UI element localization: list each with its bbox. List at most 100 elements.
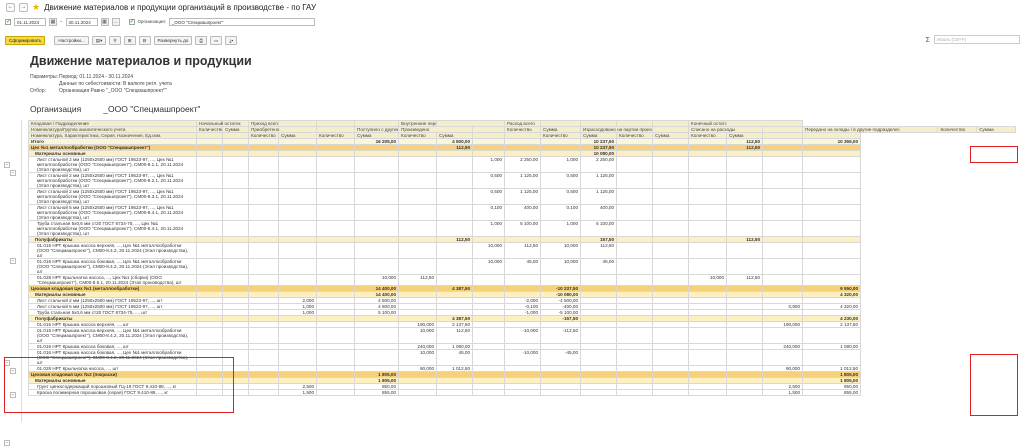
organization-input[interactable]: _ООО "Спецмашпроект"	[168, 17, 315, 26]
settings-button[interactable]: Настройки...	[54, 35, 89, 45]
period-checkbox[interactable]: ✓	[5, 18, 11, 25]
table-cell: 5 100,00	[580, 220, 618, 237]
table-row[interactable]: 01.016 НРТ Крышка насоса боковая, ..., Ц…	[28, 349, 1016, 366]
params-line2: Данные по себестоимости: В валюте регл. …	[59, 81, 172, 87]
table-row[interactable]: 01.015 НРТ Крышка насоса верхняя, ..., Ц…	[28, 242, 1016, 259]
table-cell: -112,50	[540, 327, 582, 344]
table-cell	[248, 242, 280, 259]
table-row[interactable]: Лист стальной 5 мм (1250х2500 мм) ГОСТ 1…	[28, 204, 1016, 221]
table-cell	[248, 220, 280, 237]
table-row[interactable]: Лист стальной 2 мм (1250х2500 мм) ГОСТ 1…	[28, 156, 1016, 173]
calendar-icon[interactable]: ▦	[100, 17, 109, 26]
date-from-input[interactable]: 01.11.2024	[14, 17, 46, 26]
row-label: 01.028 НРТ Крыльчатка насоса, ..., Цех №…	[28, 274, 197, 286]
table-cell	[354, 258, 400, 275]
table-cell: 2 250,00	[504, 156, 542, 173]
table-cell	[354, 220, 400, 237]
table-cell	[652, 220, 690, 237]
table-cell	[316, 204, 356, 221]
header-cell: Количество	[248, 132, 280, 139]
table-cell	[398, 188, 438, 205]
collapse-toggle-icon[interactable]: −	[4, 360, 10, 366]
period-select-button[interactable]: ...	[111, 17, 120, 26]
save-icon[interactable]: ⤓▾	[225, 35, 238, 45]
table-cell	[762, 258, 804, 275]
variants-button[interactable]: ▤▾	[91, 35, 107, 45]
table-cell	[278, 156, 318, 173]
table-cell	[248, 204, 280, 221]
table-cell	[436, 258, 474, 275]
table-cell: 2 250,00	[580, 156, 618, 173]
date-to-input[interactable]: 30.11.2024	[65, 17, 98, 26]
collapse-toggle-icon[interactable]: −	[10, 258, 16, 264]
table-row[interactable]: 01.028 НРТ Крыльчатка насоса, ..., Цех №…	[28, 274, 1016, 286]
table-cell	[802, 172, 862, 189]
table-cell	[354, 172, 400, 189]
collapse-toggle-icon[interactable]: −	[10, 368, 16, 374]
table-cell: 10,000	[398, 327, 438, 344]
table-cell	[278, 220, 318, 237]
calendar-icon[interactable]: ▦	[49, 17, 57, 26]
table-cell: 45,00	[504, 258, 542, 275]
table-row[interactable]: Лист стальной 2 мм (1250х2500 мм) ГОСТ 1…	[28, 188, 1016, 205]
table-cell	[472, 349, 506, 366]
table-row[interactable]: 01.016 НРТ Крышка насоса боковая, ..., Ц…	[28, 258, 1016, 275]
table-cell	[398, 172, 438, 189]
organization-checkbox[interactable]: ✓	[128, 18, 135, 25]
table-cell: 0,500	[472, 188, 506, 205]
table-cell	[436, 274, 474, 286]
table-cell	[652, 172, 690, 189]
collapse-toggle-icon[interactable]: −	[10, 170, 16, 176]
back-arrow-icon[interactable]: ←	[6, 2, 15, 12]
table-cell	[726, 327, 764, 344]
search-input[interactable]: Искать (Ctrl+F)	[934, 35, 1020, 44]
preview-icon[interactable]: ▭	[210, 35, 223, 45]
favorite-star-icon[interactable]: ★	[32, 2, 40, 12]
table-cell	[398, 156, 438, 173]
expand-button[interactable]: Развернуть до	[153, 35, 193, 45]
table-row[interactable]: Лист стальной 2 мм (1250х2500 мм) ГОСТ 1…	[28, 172, 1016, 189]
org-label: Организация	[30, 104, 82, 114]
report-grid: Кладовая / Подразделение Начальный остато…	[28, 120, 1020, 420]
table-cell	[316, 389, 356, 396]
table-cell	[762, 220, 804, 237]
row-label: Лист стальной 5 мм (1250х2500 мм) ГОСТ 1…	[28, 204, 197, 221]
collapse-icon[interactable]: ⊟	[138, 35, 151, 45]
forward-arrow-icon[interactable]: →	[19, 2, 28, 12]
group-icon[interactable]: ⊞	[123, 35, 136, 45]
print-icon[interactable]: ⎙	[195, 35, 208, 45]
filter-bar: ✓ 01.11.2024 ▦ – 30.11.2024 ▦ ... ✓ Орга…	[0, 16, 1024, 27]
table-row[interactable]: 01.015 НРТ Крышка насоса верхняя, ..., Ц…	[28, 327, 1016, 344]
row-label: 01.015 НРТ Крышка насоса верхняя, ..., Ц…	[28, 242, 197, 259]
table-cell: 45,00	[580, 258, 618, 275]
table-cell	[354, 188, 400, 205]
table-cell	[688, 327, 728, 344]
table-cell: 112,50	[436, 327, 474, 344]
table-cell	[688, 220, 728, 237]
table-cell	[762, 274, 804, 286]
table-cell: 1,000	[540, 156, 582, 173]
table-cell	[762, 188, 804, 205]
find-icon[interactable]: ⚲	[109, 35, 121, 45]
generate-button[interactable]: Сформировать	[5, 35, 46, 45]
table-cell	[278, 172, 318, 189]
table-cell	[652, 349, 690, 366]
sum-icon[interactable]: Σ	[926, 37, 930, 44]
header-cell: Поступило с других складов \ подразделен…	[354, 126, 400, 133]
row-label: Краска полимерная порошковая (серая) ГОС…	[28, 389, 197, 396]
header-cell: Количество	[937, 126, 978, 133]
table-cell	[398, 204, 438, 221]
table-cell	[802, 204, 862, 221]
table-cell	[802, 327, 862, 344]
collapse-toggle-icon[interactable]: −	[10, 392, 16, 398]
table-cell	[540, 274, 582, 286]
table-cell	[726, 220, 764, 237]
table-cell	[726, 204, 764, 221]
table-cell	[278, 327, 318, 344]
collapse-toggle-icon[interactable]: −	[4, 162, 10, 168]
table-cell: 10,000	[688, 274, 728, 286]
table-row[interactable]: Труба стальная 5х0,6 мм ст20 ГОСТ 8734-7…	[28, 220, 1016, 237]
table-row[interactable]: Краска полимерная порошковая (серая) ГОС…	[28, 389, 1016, 396]
group-gutter: − − − − − − −	[0, 120, 22, 446]
collapse-toggle-icon[interactable]: −	[4, 440, 10, 446]
